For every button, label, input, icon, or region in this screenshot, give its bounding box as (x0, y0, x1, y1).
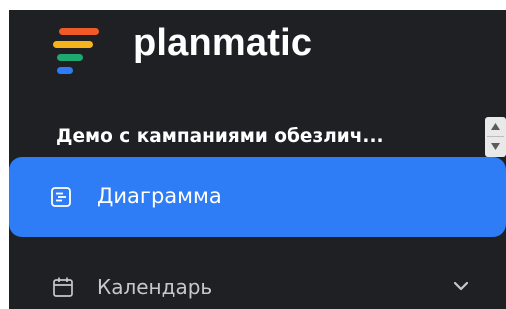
stepper-divider (487, 136, 504, 137)
arrow-up-icon[interactable] (489, 120, 502, 136)
nav-item-label: Диаграмма (97, 184, 222, 208)
calendar-icon (53, 277, 73, 297)
nav-item-diagram[interactable]: Диаграмма (9, 157, 506, 237)
gantt-chart-icon (51, 187, 71, 207)
arrow-down-icon[interactable] (489, 138, 502, 154)
project-selector[interactable]: Демо с кампаниями обезлич... (56, 118, 480, 154)
nav-item-calendar[interactable]: Календарь (9, 262, 506, 309)
chevron-down-icon[interactable] (453, 280, 469, 292)
brand-logo[interactable]: planmatic (53, 20, 373, 90)
brand-name: planmatic (133, 22, 313, 64)
planmatic-logo-icon (53, 28, 99, 74)
sidebar: planmatic Демо с кампаниями обезлич... Д… (9, 10, 506, 309)
project-name: Демо с кампаниями обезлич... (56, 126, 384, 147)
nav-item-label: Календарь (97, 275, 213, 299)
project-stepper[interactable] (485, 117, 506, 157)
